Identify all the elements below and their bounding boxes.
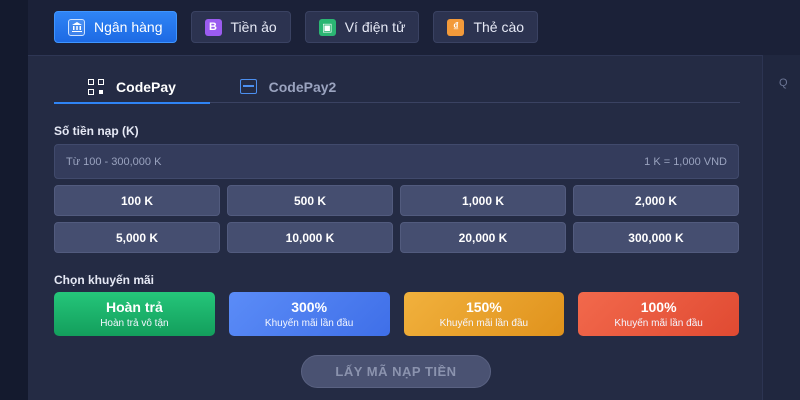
qr-code-icon bbox=[88, 78, 105, 95]
right-panel-text: Q bbox=[779, 77, 788, 89]
promo-subtitle: Khuyến mãi lần đầu bbox=[264, 318, 354, 329]
amount-option[interactable]: 100 K bbox=[54, 185, 220, 216]
promo-subtitle: Khuyến mãi lần đầu bbox=[439, 318, 529, 329]
promo-cashback[interactable]: Hoàn trả Hoàn trả vô tận bbox=[54, 292, 215, 336]
scan-icon bbox=[239, 79, 257, 94]
bank-icon bbox=[68, 18, 85, 36]
tab-bank[interactable]: Ngân hàng bbox=[54, 11, 177, 43]
exchange-rate-hint: 1 K = 1,000 VND bbox=[644, 155, 727, 168]
amount-input[interactable]: Từ 100 - 300,000 K 1 K = 1,000 VND bbox=[54, 144, 739, 179]
promo-title: 300% bbox=[291, 299, 328, 315]
amount-option[interactable]: 300,000 K bbox=[573, 222, 739, 253]
get-deposit-code-button[interactable]: LẤY MÃ NẠP TIỀN bbox=[301, 355, 491, 388]
tab-codepay-label: CodePay bbox=[116, 78, 176, 95]
bitcoin-icon: B bbox=[204, 18, 222, 36]
tab-crypto-label: Tiền ảo bbox=[230, 19, 277, 35]
card-icon: ₫ bbox=[447, 18, 465, 36]
amount-option[interactable]: 2,000 K bbox=[573, 185, 739, 216]
promo-150[interactable]: 150% Khuyến mãi lần đầu bbox=[403, 292, 565, 336]
tab-bank-label: Ngân hàng bbox=[94, 19, 163, 35]
tab-codepay[interactable]: CodePay bbox=[54, 70, 210, 104]
right-side-panel: Q bbox=[762, 55, 800, 400]
amount-option[interactable]: 20,000 K bbox=[400, 222, 566, 253]
tab-codepay2[interactable]: CodePay2 bbox=[210, 70, 366, 103]
amount-option[interactable]: 5,000 K bbox=[54, 222, 220, 253]
promo-title: 100% bbox=[640, 299, 677, 315]
promotion-options: Hoàn trả Hoàn trả vô tận 300% Khuyến mãi… bbox=[54, 292, 739, 336]
wallet-icon: ▣ bbox=[318, 18, 336, 36]
tab-ewallet-label: Ví điện tử bbox=[344, 19, 406, 35]
promo-subtitle: Hoàn trả vô tận bbox=[100, 318, 169, 329]
amount-options: 100 K 500 K 1,000 K 2,000 K 5,000 K 10,0… bbox=[54, 185, 739, 253]
tab-ewallet[interactable]: ▣ Ví điện tử bbox=[304, 11, 420, 43]
tab-crypto[interactable]: B Tiền ảo bbox=[190, 11, 291, 43]
tab-scratch-card-label: Thẻ cào bbox=[473, 19, 525, 35]
amount-option[interactable]: 10,000 K bbox=[227, 222, 393, 253]
promo-300[interactable]: 300% Khuyến mãi lần đầu bbox=[228, 292, 390, 336]
amount-option[interactable]: 1,000 K bbox=[400, 185, 566, 216]
amount-option[interactable]: 500 K bbox=[227, 185, 393, 216]
amount-placeholder: Từ 100 - 300,000 K bbox=[66, 155, 162, 168]
codepay-tabs: CodePay CodePay2 bbox=[54, 70, 740, 104]
amount-label: Số tiền nạp (K) bbox=[54, 124, 139, 138]
promo-title: Hoàn trả bbox=[105, 299, 163, 315]
promo-subtitle: Khuyến mãi lần đầu bbox=[614, 318, 703, 329]
left-edge bbox=[0, 0, 28, 400]
promo-title: 150% bbox=[465, 299, 502, 315]
payment-method-tabs: Ngân hàng B Tiền ảo ▣ Ví điện tử ₫ Thẻ c… bbox=[54, 11, 539, 43]
tab-scratch-card[interactable]: ₫ Thẻ cào bbox=[433, 11, 539, 43]
promo-100[interactable]: 100% Khuyến mãi lần đầu bbox=[578, 292, 739, 336]
tab-codepay2-label: CodePay2 bbox=[268, 78, 337, 95]
promotion-label: Chọn khuyến mãi bbox=[54, 273, 155, 287]
